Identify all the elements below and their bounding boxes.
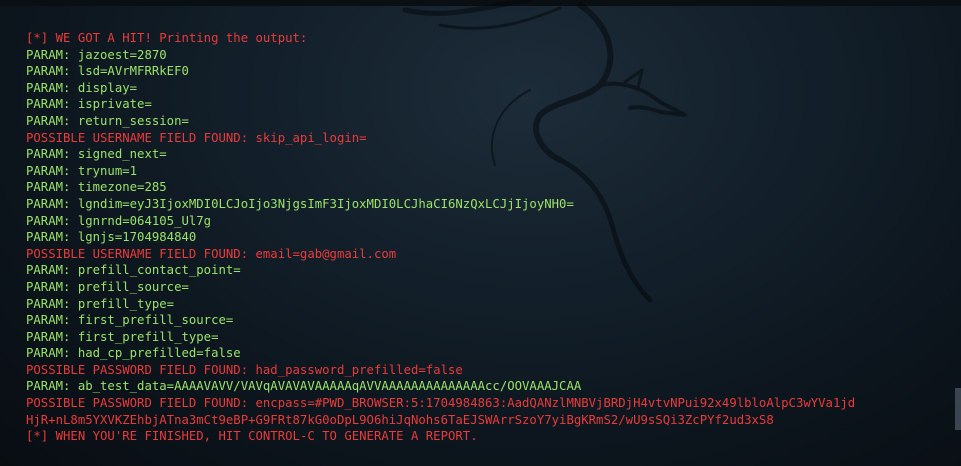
terminal-line: PARAM: lgnrnd=064105_Ul7g [26,213,212,228]
terminal-line: POSSIBLE PASSWORD FIELD FOUND: encpass=#… [26,396,856,411]
terminal-line: PARAM: return_session= [26,113,189,128]
terminal-line: POSSIBLE USERNAME FIELD FOUND: skip_api_… [26,130,367,145]
terminal-line: [*] WE GOT A HIT! Printing the output: [26,31,308,45]
terminal-line: PARAM: trynum=1 [26,163,138,178]
terminal-line: PARAM: ab_test_data=AAAAVAVV/VAVqAVAVAVA… [26,379,582,394]
terminal-line: PARAM: had_cp_prefilled=false [26,346,241,361]
terminal-line: PARAM: display= [26,80,138,95]
scrollbar-thumb[interactable] [955,388,961,430]
terminal-line: PARAM: lgndim=eyJ3IjoxMDI0LCJoIjo3NjgsIm… [26,196,574,211]
terminal-line: PARAM: timezone=285 [26,180,167,195]
terminal-line: PARAM: prefill_type= [26,296,175,311]
terminal-line: PARAM: lgnjs=1704984840 [26,230,197,245]
terminal-line: POSSIBLE USERNAME FIELD FOUND: email=gab… [26,246,397,261]
terminal-line: PARAM: signed_next= [26,147,167,162]
terminal-line: PARAM: jazoest=2870 [26,47,167,62]
terminal-line: PARAM: lsd=AVrMFRRkEF0 [26,64,189,79]
terminal-line: PARAM: prefill_contact_point= [26,263,241,278]
terminal-output: [*] WE GOT A HIT! Printing the output: PA… [26,30,855,445]
terminal-line: [*] WHEN YOU'RE FINISHED, HIT CONTROL-C … [26,429,478,444]
terminal-line: PARAM: isprivate= [26,97,152,112]
terminal-line: POSSIBLE PASSWORD FIELD FOUND: had_passw… [26,362,463,377]
terminal-line: PARAM: first_prefill_type= [26,329,219,344]
terminal-line: PARAM: prefill_source= [26,279,189,294]
terminal-window[interactable]: [*] WE GOT A HIT! Printing the output: PA… [0,0,961,466]
terminal-line: PARAM: first_prefill_source= [26,313,234,328]
terminal-line: HjR+nL8m5YXVKZEhbjATna3mCt9eBP+G9FRt87kG… [26,412,774,427]
